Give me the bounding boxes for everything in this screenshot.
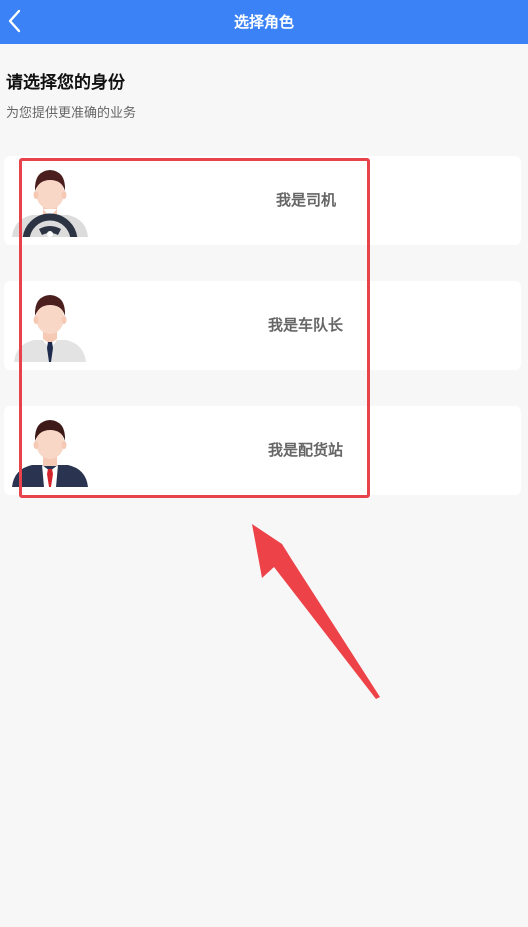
arrow-annotation-icon	[252, 524, 380, 699]
